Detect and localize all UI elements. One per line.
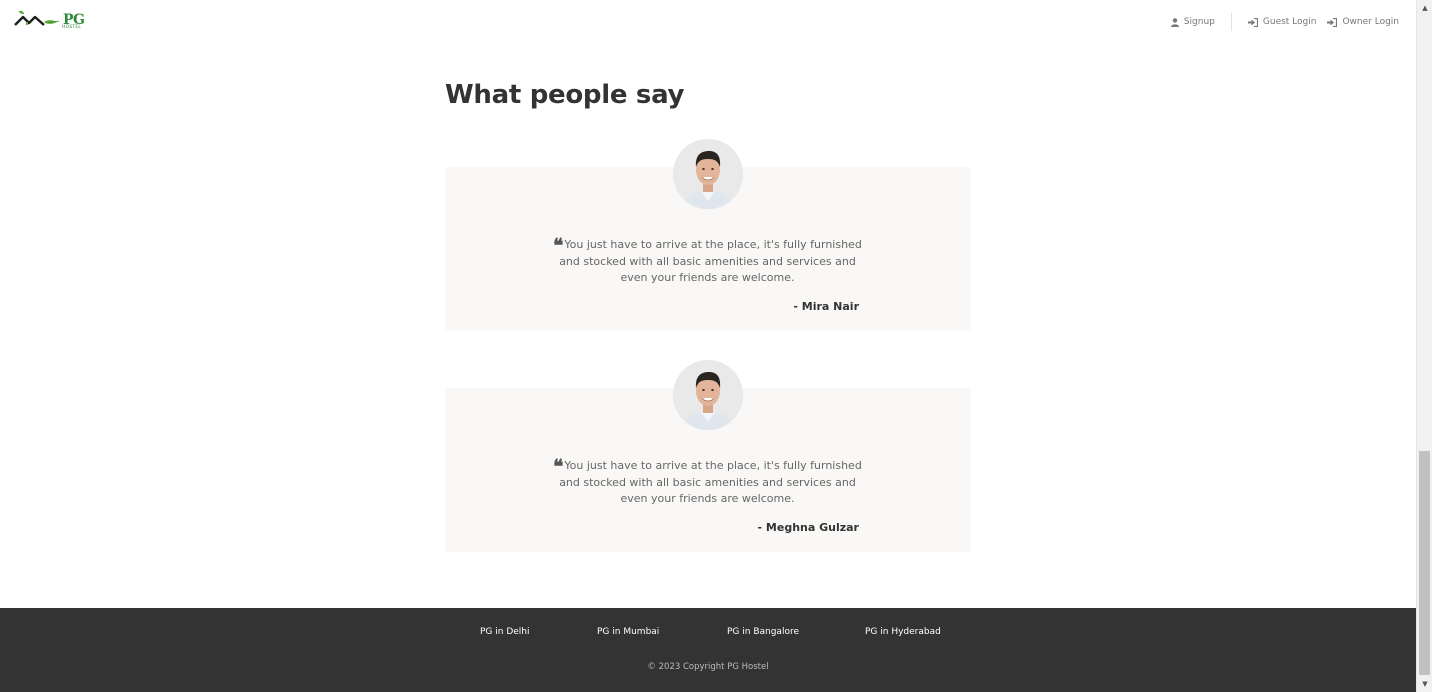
copyright-text: © 2023 Copyright PG Hostel (647, 662, 769, 672)
sign-in-icon (1247, 17, 1258, 27)
footer-link-hyderabad[interactable]: PG in Hyderabad (865, 627, 941, 637)
quote-text: You just have to arrive at the place, it… (559, 238, 862, 285)
testimonial-author: - Mira Nair (793, 300, 859, 313)
signup-label: Signup (1183, 17, 1215, 27)
footer: PG in Delhi PG in Mumbai PG in Bangalore… (0, 608, 1416, 692)
scroll-up-arrow-icon[interactable]: ▲ (1417, 0, 1432, 16)
testimonial-quote: ❝ You just have to arrive at the place, i… (545, 237, 870, 287)
user-icon (1170, 17, 1179, 27)
section-title: What people say (445, 80, 685, 110)
logo[interactable]: PG HOSTEL (13, 8, 85, 32)
guest-login-link[interactable]: Guest Login (1247, 17, 1317, 27)
quote-text: You just have to arrive at the place, it… (559, 459, 862, 506)
testimonial-author: - Meghna Gulzar (757, 521, 859, 534)
avatar (673, 139, 743, 209)
nav-divider (1230, 13, 1232, 31)
vertical-scrollbar[interactable]: ▲ ▼ (1416, 0, 1432, 692)
guest-login-label: Guest Login (1262, 17, 1317, 27)
testimonial-quote: ❝ You just have to arrive at the place, i… (545, 458, 870, 508)
header: PG HOSTEL Signup Guest Login Owner Login (0, 0, 1416, 40)
footer-link-delhi[interactable]: PG in Delhi (480, 627, 530, 637)
sign-in-icon (1327, 17, 1338, 27)
avatar (673, 360, 743, 430)
quote-icon: ❝ (553, 235, 563, 257)
quote-icon: ❝ (553, 456, 563, 478)
logo-subtext: HOSTEL (62, 25, 82, 30)
logo-houses-icon (14, 10, 60, 26)
owner-login-label: Owner Login (1342, 17, 1399, 27)
page: PG HOSTEL Signup Guest Login Owner Login… (0, 0, 1416, 692)
person-photo-icon (673, 139, 743, 209)
signup-link[interactable]: Signup (1170, 17, 1215, 27)
footer-link-mumbai[interactable]: PG in Mumbai (597, 627, 659, 637)
scroll-down-arrow-icon[interactable]: ▼ (1417, 676, 1432, 692)
footer-link-bangalore[interactable]: PG in Bangalore (727, 627, 799, 637)
top-nav: Signup Guest Login Owner Login (1170, 13, 1399, 31)
owner-login-link[interactable]: Owner Login (1327, 17, 1399, 27)
scrollbar-thumb[interactable] (1419, 451, 1430, 675)
person-photo-icon (673, 360, 743, 430)
